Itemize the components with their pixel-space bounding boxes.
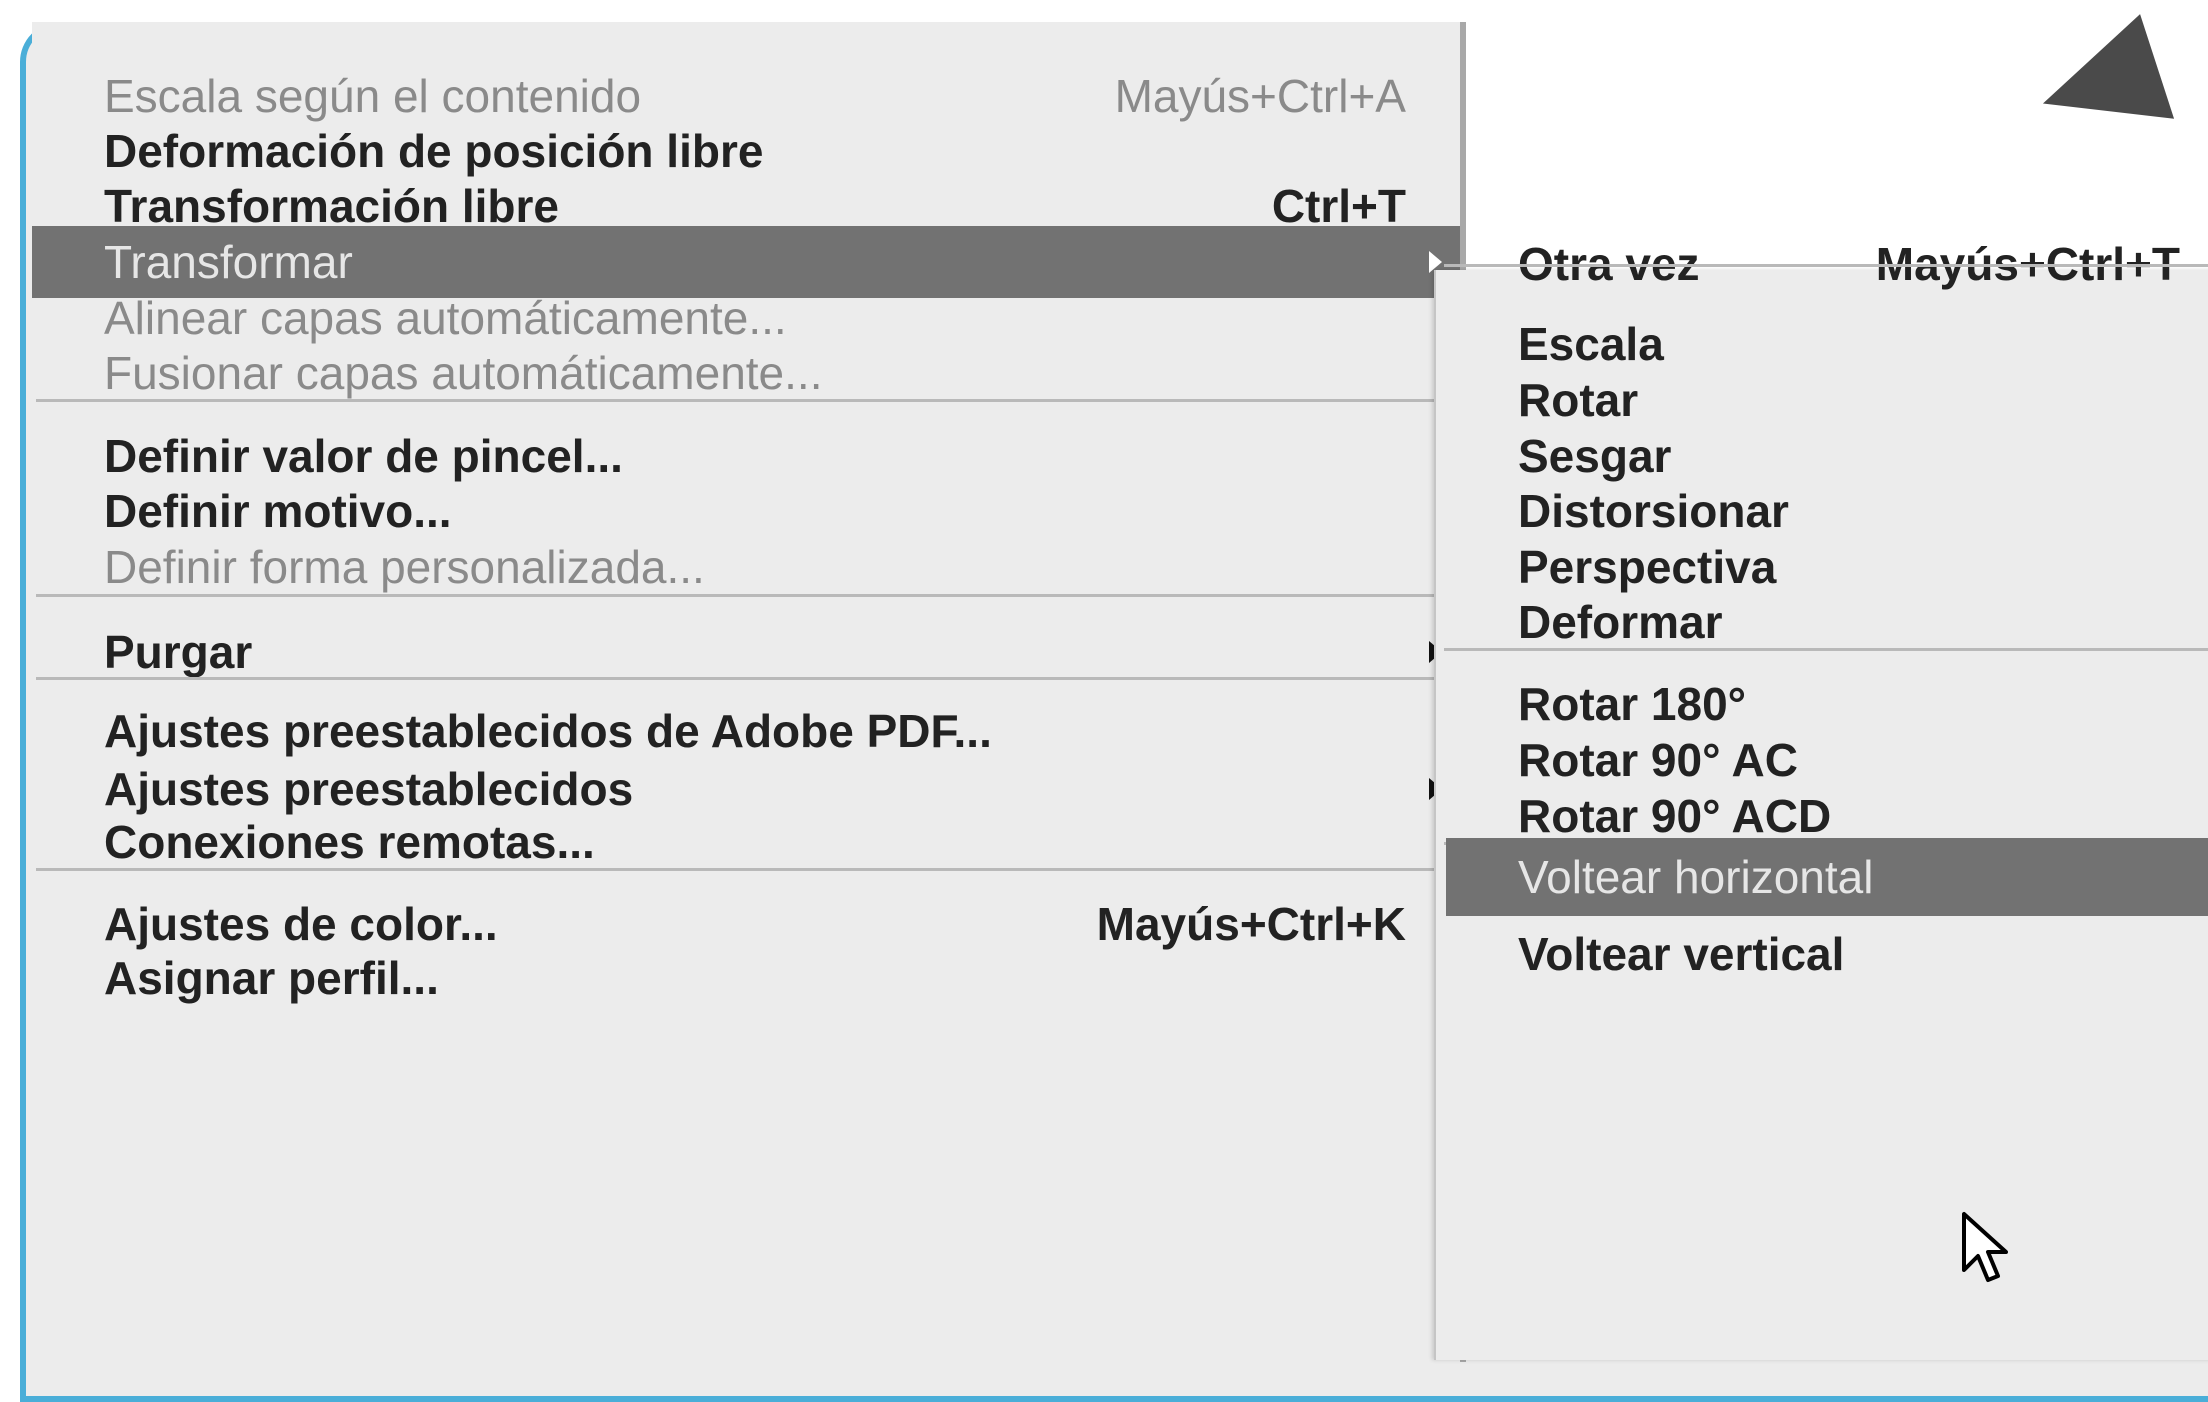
menu-item-remote-connections[interactable]: Conexiones remotas... (32, 808, 1460, 876)
menu-item-label: Voltear vertical (1518, 928, 1845, 980)
menu-item-label: Fusionar capas automáticamente... (104, 347, 823, 399)
menu-separator (36, 868, 1452, 871)
menu-separator (1444, 264, 2208, 267)
submenu-item-flip-vertical[interactable]: Voltear vertical (1436, 920, 2208, 988)
menu-item-label: Definir forma personalizada... (104, 541, 705, 593)
mouse-pointer-icon (1962, 1212, 2008, 1282)
menu-separator (1444, 648, 2208, 651)
edit-menu: Escala según el contenido Mayús+Ctrl+A D… (32, 22, 1466, 1362)
menu-item-purge[interactable]: Purgar (32, 618, 1460, 686)
menu-item-label: Voltear horizontal (1518, 851, 1874, 903)
menu-item-auto-blend-layers[interactable]: Fusionar capas automáticamente... (32, 339, 1460, 407)
menu-item-label: Purgar (104, 626, 253, 678)
menu-separator (36, 594, 1452, 597)
submenu-item-warp[interactable]: Deformar (1436, 588, 2208, 656)
submenu-item-flip-horizontal[interactable]: Voltear horizontal (1446, 838, 2208, 916)
menu-separator (36, 677, 1452, 680)
menu-item-define-custom-shape[interactable]: Definir forma personalizada... (32, 533, 1460, 601)
menu-item-assign-profile[interactable]: Asignar perfil... (32, 944, 1460, 1012)
menu-separator (36, 399, 1452, 402)
menu-item-label: Deformar (1518, 596, 1723, 648)
menu-item-label: Conexiones remotas... (104, 816, 595, 868)
menu-item-label: Asignar perfil... (104, 952, 439, 1004)
transform-submenu: Otra vez Mayús+Ctrl+T Escala Rotar Sesga… (1434, 238, 2208, 1360)
